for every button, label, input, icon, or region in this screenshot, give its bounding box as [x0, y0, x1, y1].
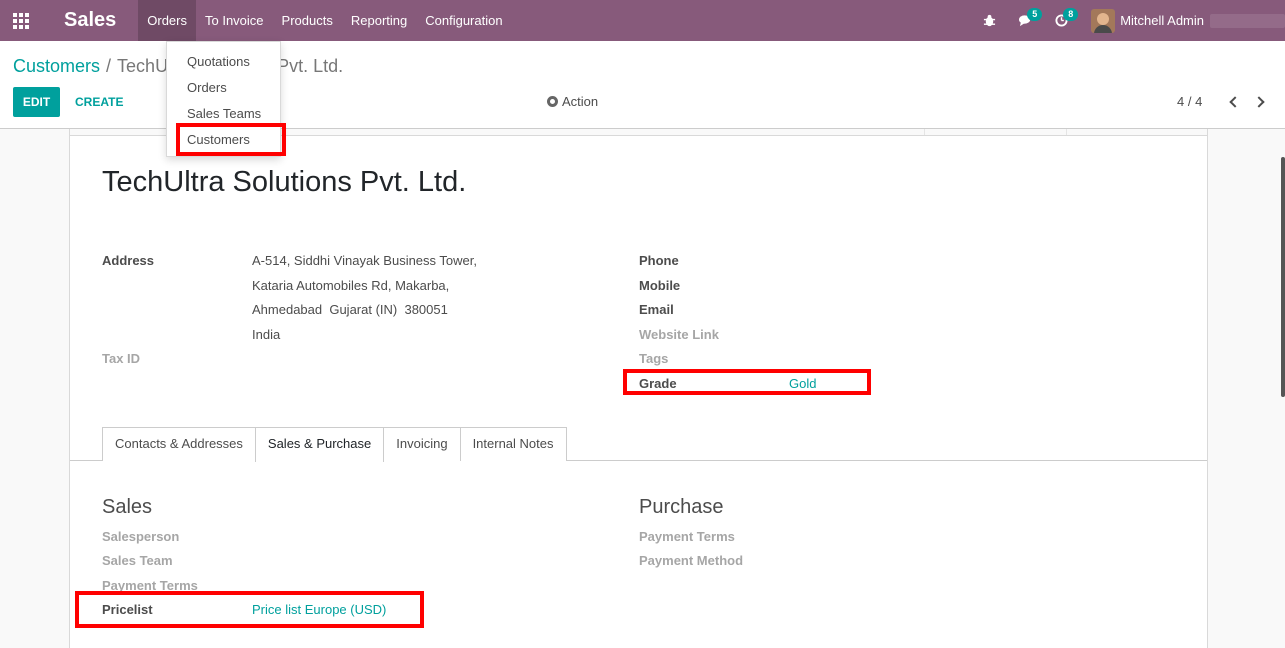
sales-team-label: Sales Team	[102, 553, 173, 568]
messages-icon[interactable]: 5	[1007, 0, 1043, 41]
action-menu-button[interactable]: Action	[547, 94, 598, 109]
purchase-section-title: Purchase	[639, 496, 724, 518]
notebook-tabs: Contacts & Addresses Sales & Purchase In…	[102, 427, 567, 462]
website-label: Website Link	[639, 327, 719, 342]
create-button[interactable]: CREATE	[66, 87, 132, 117]
mobile-label: Mobile	[639, 278, 681, 293]
address-line-2: Kataria Automobiles Rd, Makarba,	[252, 278, 450, 293]
activities-clock-icon[interactable]: 8	[1043, 0, 1079, 41]
pricelist-label: Pricelist	[102, 602, 153, 617]
tab-sales-purchase[interactable]: Sales & Purchase	[254, 427, 385, 462]
address-label: Address	[102, 253, 155, 268]
user-menu[interactable]: Mitchell Admin	[1079, 8, 1285, 33]
pricelist-value[interactable]: Price list Europe (USD)	[252, 602, 386, 617]
address-line-4: India	[252, 327, 281, 342]
breadcrumb-customers-link[interactable]: Customers	[13, 56, 100, 76]
chevron-left-icon	[1228, 96, 1241, 108]
dropdown-item-quotations[interactable]: Quotations	[167, 49, 280, 75]
sales-section-title: Sales	[102, 496, 153, 518]
menu-products[interactable]: Products	[273, 0, 342, 41]
tags-label: Tags	[639, 351, 669, 366]
tab-internal-notes[interactable]: Internal Notes	[459, 427, 567, 461]
dropdown-item-customers[interactable]: Customers	[167, 127, 280, 153]
chevron-right-icon	[1252, 96, 1265, 108]
tab-contacts-addresses[interactable]: Contacts & Addresses	[102, 427, 256, 461]
address-line-3: Ahmedabad Gujarat (IN) 380051	[252, 302, 448, 317]
menu-configuration[interactable]: Configuration	[416, 0, 511, 41]
edit-button[interactable]: EDIT	[13, 87, 60, 117]
email-label: Email	[639, 302, 674, 317]
top-navbar: Sales Orders To Invoice Products Reporti…	[0, 0, 1285, 41]
tax-id-label: Tax ID	[102, 351, 141, 366]
grade-label: Grade	[639, 376, 677, 391]
record-title: TechUltra Solutions Pvt. Ltd.	[102, 166, 467, 198]
purchase-payment-terms-label: Payment Terms	[639, 529, 735, 544]
payment-method-label: Payment Method	[639, 553, 744, 568]
pager-next-button[interactable]	[1250, 92, 1270, 112]
debug-bug-icon[interactable]	[971, 0, 1007, 41]
user-avatar	[1091, 8, 1116, 33]
address-line-1: A-514, Siddhi Vinayak Business Tower,	[252, 253, 477, 268]
activities-count-badge: 8	[1063, 8, 1079, 21]
messages-count-badge: 5	[1027, 8, 1043, 21]
form-sheet: TechUltra Solutions Pvt. Ltd. Address A-…	[69, 135, 1208, 648]
orders-dropdown-menu: Quotations Orders Sales Teams Customers	[166, 41, 281, 157]
database-name-blurred	[1210, 13, 1285, 28]
menu-to-invoice[interactable]: To Invoice	[196, 0, 273, 41]
grade-value[interactable]: Gold	[789, 376, 816, 391]
gear-icon	[547, 96, 558, 107]
page-scrollbar[interactable]	[1281, 157, 1285, 397]
phone-label: Phone	[639, 253, 679, 268]
salesperson-label: Salesperson	[102, 529, 180, 544]
pager-value[interactable]: 4 / 4	[1177, 94, 1202, 109]
sales-payment-terms-label: Payment Terms	[102, 578, 198, 593]
dropdown-item-orders[interactable]: Orders	[167, 75, 280, 101]
menu-reporting[interactable]: Reporting	[342, 0, 416, 41]
menu-orders[interactable]: Orders	[138, 0, 196, 41]
tab-invoicing[interactable]: Invoicing	[383, 427, 461, 461]
action-label: Action	[562, 94, 599, 109]
user-name: Mitchell Admin	[1120, 13, 1204, 28]
pager-previous-button[interactable]	[1223, 92, 1243, 112]
dropdown-item-sales-teams[interactable]: Sales Teams	[167, 101, 280, 127]
apps-menu-icon[interactable]	[0, 0, 42, 41]
breadcrumb-separator: /	[106, 56, 112, 76]
app-name[interactable]: Sales	[42, 0, 138, 41]
